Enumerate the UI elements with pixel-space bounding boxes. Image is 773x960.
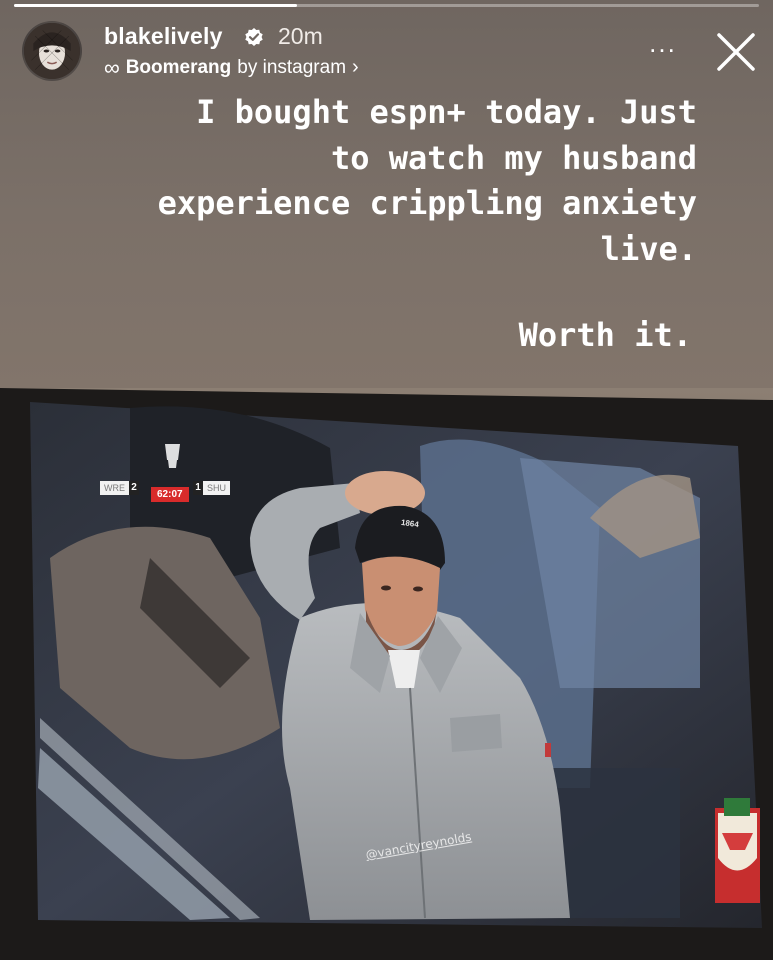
home-team: WRE [100, 481, 129, 495]
story-progress-fill [14, 4, 298, 7]
audio-source: by instagram [237, 56, 347, 78]
away-team: SHU [203, 481, 231, 495]
infinity-icon: ∞ [104, 54, 120, 80]
username[interactable]: blakelively [104, 23, 223, 50]
close-icon[interactable] [714, 30, 758, 74]
more-dots-icon[interactable]: ... [643, 30, 683, 62]
home-score: 2 [129, 481, 139, 495]
avatar-image [24, 23, 80, 79]
avatar[interactable] [22, 21, 82, 81]
away-score: 1 [193, 481, 203, 495]
story-caption: I bought espn+ today. Just to watch my h… [157, 93, 697, 268]
match-clock: 62:07 [151, 487, 189, 502]
story-caption-closing: Worth it. [518, 316, 692, 354]
story-progress-bar [14, 4, 759, 7]
verified-badge-icon [245, 28, 263, 46]
time-ago: 20m [278, 23, 323, 49]
audio-attribution[interactable]: ∞ Boomerang by instagram › [104, 56, 359, 79]
audio-label: Boomerang [125, 56, 232, 78]
chevron-right-icon: › [352, 56, 359, 78]
